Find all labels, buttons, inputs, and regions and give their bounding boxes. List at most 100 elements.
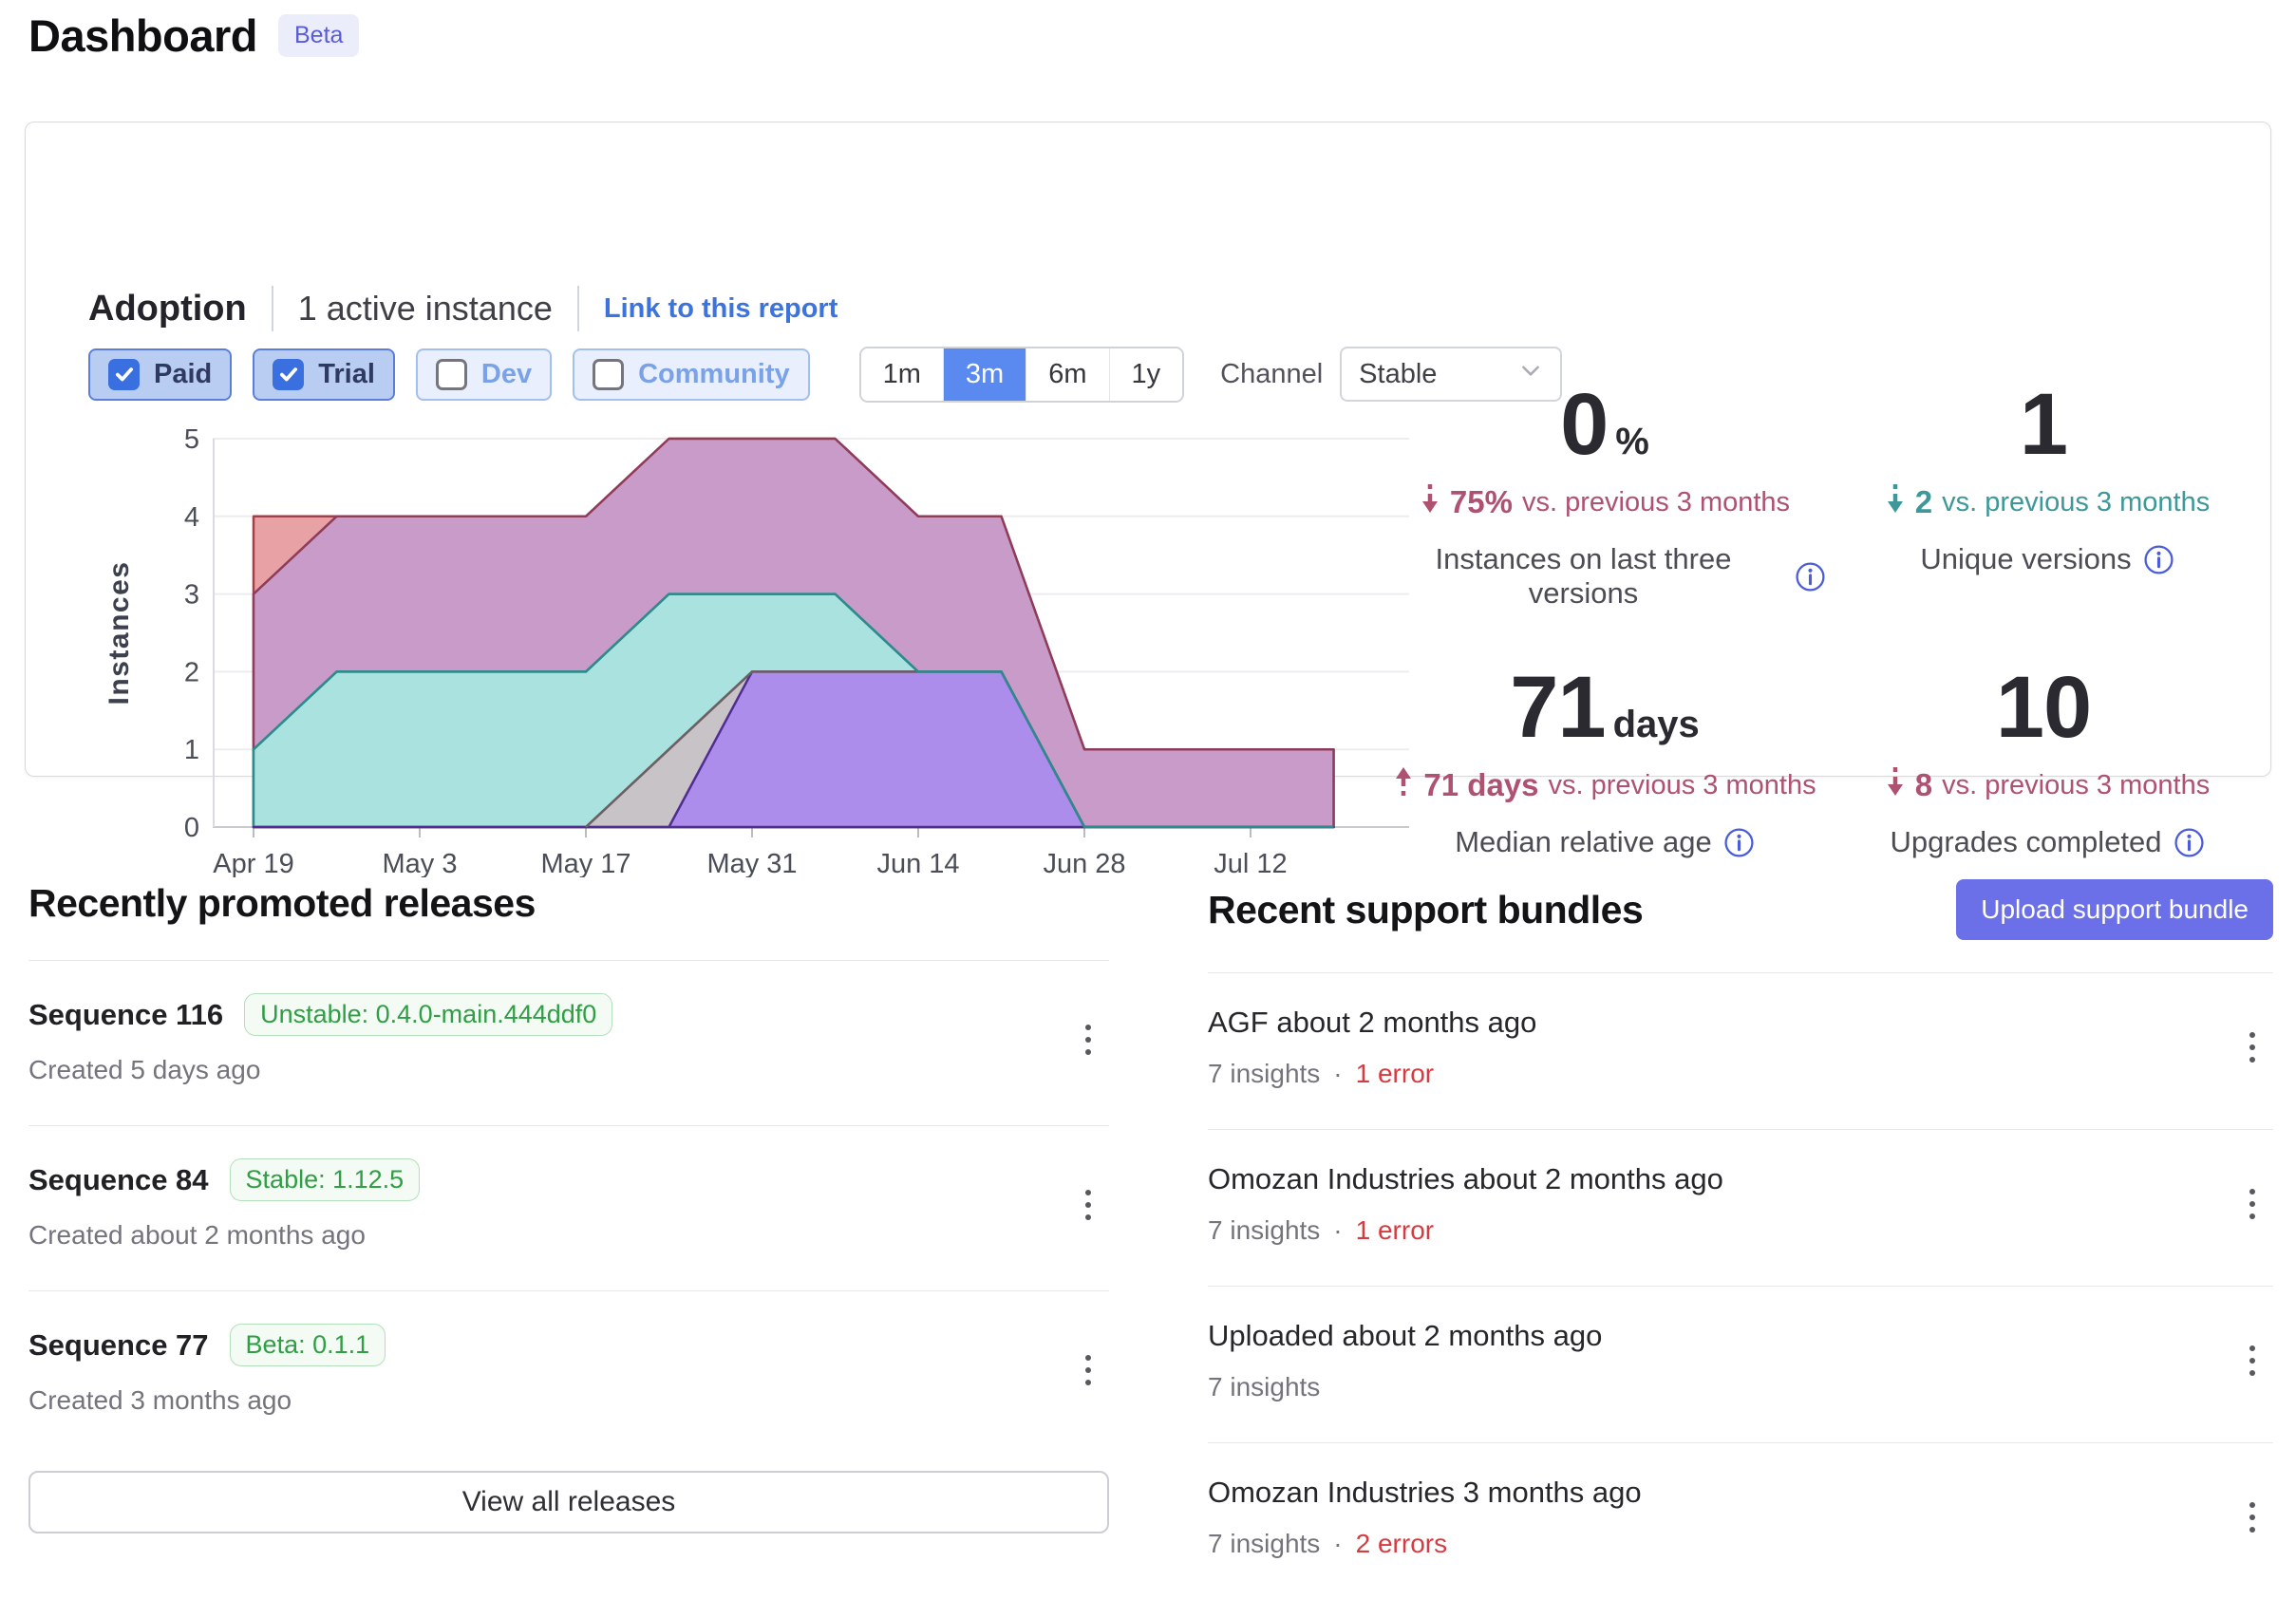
- info-icon[interactable]: [2174, 827, 2205, 858]
- delta-value: 75%: [1450, 484, 1513, 520]
- time-range-group: 1m 3m 6m 1y: [859, 347, 1185, 403]
- stat-value: 10: [1996, 664, 2091, 751]
- checkbox-unchecked-icon[interactable]: [593, 359, 624, 390]
- svg-text:May 31: May 31: [706, 849, 797, 877]
- svg-text:5: 5: [184, 424, 199, 455]
- release-title: Sequence 77: [28, 1328, 209, 1363]
- adoption-filter-row: Paid Trial Dev Community 1m 3m 6m 1y Cha…: [88, 347, 1562, 402]
- svg-text:3: 3: [184, 580, 199, 611]
- dot-separator: ·: [1333, 1059, 1342, 1089]
- divider: [577, 286, 579, 331]
- range-1y[interactable]: 1y: [1109, 348, 1183, 401]
- adoption-title: Adoption: [88, 289, 247, 329]
- dot-separator: ·: [1333, 1529, 1342, 1559]
- dot-separator: ·: [1333, 1215, 1342, 1246]
- bundle-insights: 7 insights: [1208, 1372, 1320, 1402]
- filter-label: Trial: [318, 359, 375, 390]
- release-created: Created about 2 months ago: [28, 1220, 366, 1251]
- release-row: Sequence 77 Beta: 0.1.1 Created 3 months…: [28, 1290, 1109, 1456]
- svg-text:May 17: May 17: [540, 849, 630, 877]
- filter-paid[interactable]: Paid: [88, 348, 232, 401]
- stat-unique-versions: 1 2 vs. previous 3 months Unique version…: [1826, 381, 2268, 611]
- bundle-title: AGF about 2 months ago: [1208, 1006, 1536, 1040]
- arrow-down-dashed-icon: [1420, 481, 1440, 523]
- delta-caption: vs. previous 3 months: [1549, 770, 1816, 801]
- kebab-menu-icon[interactable]: [2231, 1174, 2273, 1234]
- svg-text:Jun 28: Jun 28: [1043, 849, 1125, 877]
- bundle-title: Uploaded about 2 months ago: [1208, 1319, 1602, 1353]
- releases-heading: Recently promoted releases: [28, 881, 1109, 926]
- checkbox-checked-icon[interactable]: [273, 359, 304, 390]
- bundle-insights: 7 insights: [1208, 1059, 1320, 1089]
- svg-text:Jul 12: Jul 12: [1214, 849, 1287, 877]
- release-row: Sequence 84 Stable: 1.12.5 Created about…: [28, 1125, 1109, 1290]
- info-icon[interactable]: [1795, 561, 1826, 593]
- kebab-menu-icon[interactable]: [1067, 1175, 1109, 1235]
- adoption-stats: 0 % 75% vs. previous 3 months Instances …: [1383, 381, 2268, 859]
- release-version-badge: Stable: 1.12.5: [230, 1158, 421, 1201]
- arrow-down-dashed-icon: [1885, 764, 1906, 806]
- svg-text:Apr 19: Apr 19: [213, 849, 293, 877]
- bundle-title: Omozan Industries 3 months ago: [1208, 1476, 1642, 1510]
- delta-caption: vs. previous 3 months: [1522, 487, 1790, 518]
- checkbox-unchecked-icon[interactable]: [436, 359, 467, 390]
- bundle-row: Omozan Industries about 2 months ago 7 i…: [1208, 1129, 2273, 1286]
- release-title: Sequence 116: [28, 998, 223, 1032]
- upload-support-bundle-button[interactable]: Upload support bundle: [1956, 879, 2273, 940]
- page-header: Dashboard Beta: [28, 9, 359, 62]
- stat-upgrades-completed: 10 8 vs. previous 3 months Upgrades comp…: [1826, 664, 2268, 859]
- filter-label: Dev: [481, 359, 532, 390]
- delta-caption: vs. previous 3 months: [1942, 487, 2210, 518]
- filter-dev[interactable]: Dev: [416, 348, 552, 401]
- delta-caption: vs. previous 3 months: [1942, 770, 2210, 801]
- divider: [272, 286, 273, 331]
- adoption-header: Adoption 1 active instance Link to this …: [88, 286, 837, 331]
- stat-median-relative-age: 71 days 71 days vs. previous 3 months Me…: [1383, 664, 1826, 859]
- adoption-card: Adoption 1 active instance Link to this …: [25, 122, 2271, 777]
- kebab-menu-icon[interactable]: [2231, 1017, 2273, 1078]
- range-6m[interactable]: 6m: [1026, 348, 1108, 401]
- svg-text:May 3: May 3: [383, 849, 458, 877]
- svg-text:0: 0: [184, 813, 199, 843]
- kebab-menu-icon[interactable]: [2231, 1487, 2273, 1548]
- stat-instances-last-three-versions: 0 % 75% vs. previous 3 months Instances …: [1383, 381, 1826, 611]
- stat-value: 71: [1510, 664, 1605, 751]
- bundle-insights: 7 insights: [1208, 1215, 1320, 1246]
- stat-label: Instances on last three versions: [1383, 542, 1783, 611]
- channel-label: Channel: [1220, 359, 1323, 390]
- stat-value: 1: [2020, 381, 2067, 468]
- filter-label: Paid: [154, 359, 212, 390]
- arrow-down-dashed-icon: [1885, 481, 1906, 523]
- svg-text:Jun 14: Jun 14: [876, 849, 959, 877]
- info-icon[interactable]: [1723, 827, 1755, 858]
- range-1m[interactable]: 1m: [861, 348, 943, 401]
- view-all-releases-button[interactable]: View all releases: [28, 1471, 1109, 1533]
- kebab-menu-icon[interactable]: [2231, 1330, 2273, 1391]
- bundle-row: Omozan Industries 3 months ago 7 insight…: [1208, 1442, 2273, 1599]
- support-bundles-section: Recent support bundles Upload support bu…: [1208, 875, 2273, 1599]
- release-created: Created 5 days ago: [28, 1055, 260, 1085]
- arrow-up-dashed-icon: [1393, 764, 1414, 806]
- range-3m-active[interactable]: 3m: [943, 348, 1026, 401]
- kebab-menu-icon[interactable]: [1067, 1340, 1109, 1401]
- release-created: Created 3 months ago: [28, 1385, 292, 1416]
- release-title: Sequence 84: [28, 1163, 209, 1197]
- filter-community[interactable]: Community: [573, 348, 810, 401]
- bundles-heading: Recent support bundles: [1208, 888, 1643, 932]
- adoption-chart: 012345Apr 19May 3May 17May 31Jun 14Jun 2…: [83, 407, 1412, 877]
- info-icon[interactable]: [2143, 544, 2174, 575]
- beta-badge: Beta: [278, 14, 359, 57]
- svg-text:4: 4: [184, 502, 199, 533]
- link-to-report[interactable]: Link to this report: [604, 293, 838, 325]
- filter-label: Community: [638, 359, 790, 390]
- stat-label: Unique versions: [1920, 542, 2131, 576]
- kebab-menu-icon[interactable]: [1067, 1009, 1109, 1070]
- checkbox-checked-icon[interactable]: [108, 359, 140, 390]
- bundle-insights: 7 insights: [1208, 1529, 1320, 1559]
- filter-trial[interactable]: Trial: [253, 348, 395, 401]
- delta-value: 8: [1915, 767, 1932, 803]
- bundle-title: Omozan Industries about 2 months ago: [1208, 1162, 1723, 1196]
- release-row: Sequence 116 Unstable: 0.4.0-main.444ddf…: [28, 960, 1109, 1125]
- bundle-error-count: 1 error: [1356, 1059, 1434, 1089]
- svg-text:1: 1: [184, 735, 199, 765]
